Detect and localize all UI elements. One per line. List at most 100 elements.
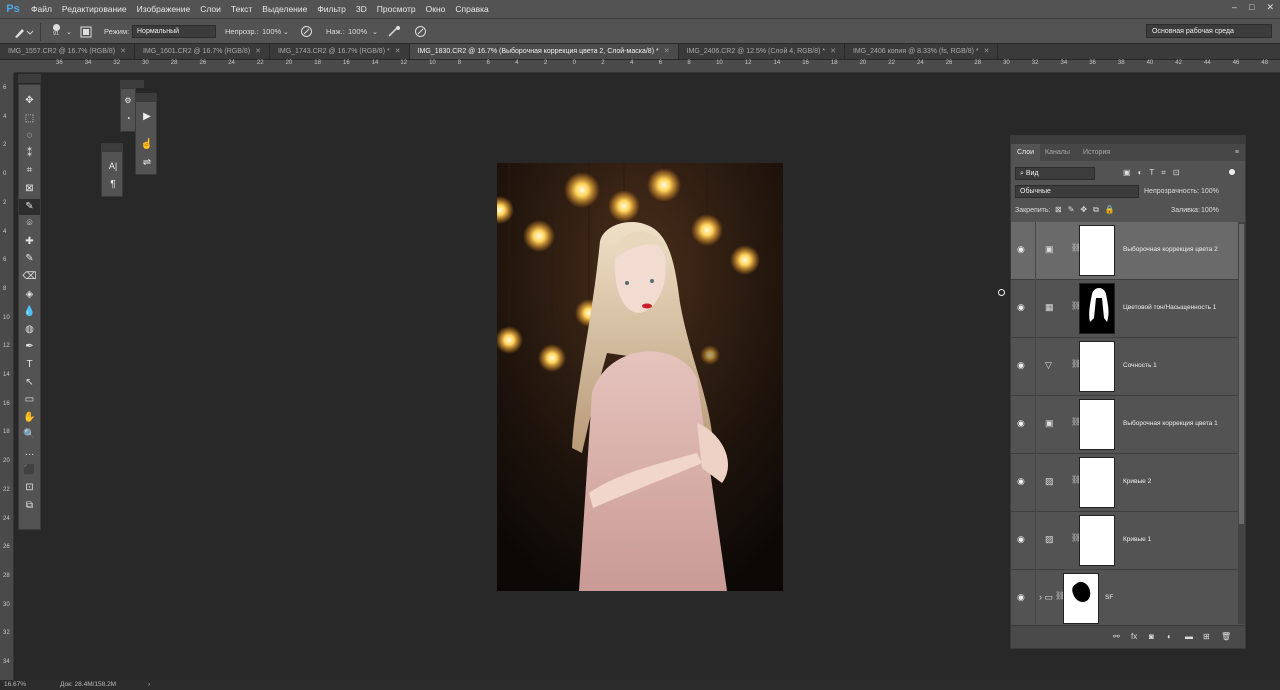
paragraph-icon[interactable]: ¶ <box>104 177 122 193</box>
layers-footer-icon[interactable]: 🗑 <box>1221 632 1231 641</box>
eye-icon[interactable]: ◉ <box>1017 592 1027 603</box>
mini-panel-header[interactable] <box>135 93 157 101</box>
layer-row[interactable]: ◉ ▨ ⛓ Кривые 1 <box>1011 512 1238 570</box>
tool-icon[interactable]: 💧 <box>19 304 40 320</box>
document-tab[interactable]: IMG_1601.CR2 @ 16.7% (RGB/8) ✕ <box>135 44 270 59</box>
play-icon[interactable]: ▶ <box>138 109 156 125</box>
tool-icon[interactable]: ✒ <box>19 339 40 355</box>
eye-icon[interactable]: ◉ <box>1017 534 1027 545</box>
tool-icon[interactable]: ◈ <box>19 287 40 303</box>
close-button[interactable]: ✕ <box>1266 2 1274 13</box>
tool-icon[interactable]: ⁑ <box>19 146 40 162</box>
horizontal-ruler[interactable]: 36 34 32 30 28 26 24 22 20 18 16 14 12 10 8 6 4 2 0 2 4 6 8 10 1… <box>14 60 1280 73</box>
lock-pixels-icon[interactable]: ✎ <box>1068 205 1075 215</box>
tab-close-icon[interactable]: ✕ <box>830 48 836 55</box>
layer-mask-thumbnail[interactable] <box>1079 225 1115 276</box>
ps-logo[interactable]: Ps <box>0 3 26 15</box>
panel-menu-icon[interactable]: ≡ <box>1229 144 1245 161</box>
eye-icon[interactable]: ◉ <box>1017 302 1027 313</box>
layer-row[interactable]: ◉ ▣ ⛓ Выборочная коррекция цвета 1 <box>1011 396 1238 454</box>
maximize-button[interactable]: □ <box>1249 2 1254 13</box>
menu-edit[interactable]: Редактирование <box>57 4 132 14</box>
layer-mask-thumbnail[interactable] <box>1079 399 1115 450</box>
minimize-button[interactable]: – <box>1232 2 1237 13</box>
blend-mode-select[interactable]: Обычные <box>1015 185 1139 198</box>
brush-tool-preset-icon[interactable] <box>12 24 34 39</box>
character-icon[interactable]: A| <box>104 158 122 174</box>
layers-footer-icon[interactable]: ⚯ <box>1113 632 1120 641</box>
toolbox-header[interactable] <box>18 74 41 83</box>
menu-select[interactable]: Выделение <box>257 4 312 14</box>
chevron-down-icon[interactable]: ⌄ <box>372 24 378 39</box>
eye-icon[interactable]: ◉ <box>1017 360 1027 371</box>
lock-all-icon[interactable]: 🔒 <box>1105 205 1115 215</box>
layer-row[interactable]: ◉ ▣ ⛓ Выборочная коррекция цвета 2 <box>1011 222 1238 280</box>
document-tab[interactable]: IMG_1557.CR2 @ 16.7% (RGB/8) ✕ <box>0 44 135 59</box>
filter-toggle-icon[interactable] <box>1229 169 1235 175</box>
vertical-ruler[interactable]: 6 4 2 0 2 4 6 8 10 12 14 16 18 20 22 24 26 28 30 32 34 <box>0 73 14 680</box>
adjust-icon[interactable]: ⇌ <box>138 155 156 171</box>
zoom-level[interactable]: 16.67% <box>4 681 26 688</box>
tool-icon[interactable]: ⧉ <box>19 498 40 514</box>
layer-row[interactable]: ◉▭⛓SF› ▭ <box>1011 570 1238 624</box>
filter-pixel-icon[interactable]: ▣ <box>1123 168 1131 178</box>
layer-mask-thumbnail[interactable] <box>1079 515 1115 566</box>
menu-layers[interactable]: Слои <box>195 4 226 14</box>
filter-adjustment-icon[interactable]: ◐ <box>1138 168 1143 178</box>
layer-row[interactable]: ◉ ▨ ⛓ Кривые 2 <box>1011 454 1238 512</box>
clock-icon[interactable]: ◔ <box>121 111 135 127</box>
menu-help[interactable]: Справка <box>450 4 493 14</box>
layer-row[interactable]: ◉ ▽ ⛓ Сочность 1 <box>1011 338 1238 396</box>
puppet-icon[interactable]: ⚙ <box>121 93 135 109</box>
menu-filter[interactable]: Фильтр <box>312 4 351 14</box>
layers-footer-icon[interactable]: ◐ <box>1167 632 1172 641</box>
layers-footer-icon[interactable]: ⊞ <box>1203 632 1210 641</box>
lock-position-icon[interactable]: ✥ <box>1080 205 1087 215</box>
tool-icon[interactable]: ▭ <box>19 392 40 408</box>
tool-icon[interactable]: ✎ <box>19 198 40 215</box>
tool-icon[interactable]: 🔍 <box>19 427 40 443</box>
folder-icon[interactable]: › ▭ <box>1039 592 1053 603</box>
layers-scrollbar[interactable] <box>1238 222 1245 624</box>
menu-3d[interactable]: 3D <box>351 4 372 14</box>
layers-panel-header[interactable] <box>1011 136 1245 144</box>
tool-icon[interactable]: ✋ <box>19 410 40 426</box>
layer-opacity-value[interactable]: 100% <box>1201 188 1219 195</box>
tool-icon[interactable]: ◌ <box>19 128 40 144</box>
tool-icon[interactable]: ✎ <box>19 251 40 267</box>
layers-footer-icon[interactable]: ▬ <box>1185 632 1193 641</box>
filter-smart-icon[interactable]: ⊡ <box>1173 168 1180 178</box>
document-tab[interactable]: IMG_2406 копия @ 8.33% (fs, RGB/8) * ✕ <box>845 44 999 59</box>
brush-panel-icon[interactable] <box>80 24 92 39</box>
tool-icon[interactable]: ⊡ <box>19 480 40 496</box>
layer-mask-thumbnail[interactable] <box>1079 457 1115 508</box>
mini-panel-header[interactable] <box>120 80 144 88</box>
mode-select[interactable]: Нормальный <box>132 25 216 38</box>
tab-close-icon[interactable]: ✕ <box>984 48 990 55</box>
menu-type[interactable]: Текст <box>226 4 257 14</box>
pressure-size-icon[interactable] <box>414 24 427 39</box>
tab-channels[interactable]: Каналы <box>1039 144 1076 161</box>
document-tab[interactable]: IMG_2406.CR2 @ 12.5% (Слой 4, RGB/8) * ✕ <box>679 44 845 59</box>
layer-mask-thumbnail[interactable] <box>1079 283 1115 334</box>
layer-filter-select[interactable]: ⌕ Вид <box>1015 167 1095 180</box>
filter-type-icon[interactable]: T <box>1149 168 1154 178</box>
mini-panel-header[interactable] <box>101 143 123 151</box>
tool-icon[interactable]: ✥ <box>19 93 40 109</box>
document-tab[interactable]: IMG_1743.CR2 @ 16.7% (RGB/8) * ✕ <box>270 44 410 59</box>
tool-icon[interactable]: ⬛ <box>19 463 40 479</box>
fill-value[interactable]: 100% <box>1201 207 1219 214</box>
tab-history[interactable]: История <box>1077 144 1116 161</box>
airbrush-icon[interactable] <box>387 24 402 39</box>
layers-footer-icon[interactable]: fx <box>1131 632 1137 641</box>
tool-icon[interactable]: ⌾ <box>19 216 40 232</box>
layer-mask-thumbnail[interactable] <box>1079 341 1115 392</box>
eye-icon[interactable]: ◉ <box>1017 476 1027 487</box>
tool-icon[interactable]: … <box>19 445 40 461</box>
tool-icon[interactable]: ⬚ <box>19 111 40 127</box>
tool-icon[interactable]: ⌗ <box>19 163 40 179</box>
menu-file[interactable]: Файл <box>26 4 57 14</box>
document-canvas[interactable] <box>497 163 783 591</box>
tab-layers[interactable]: Слои <box>1011 144 1041 161</box>
tool-icon[interactable]: T <box>19 357 40 373</box>
